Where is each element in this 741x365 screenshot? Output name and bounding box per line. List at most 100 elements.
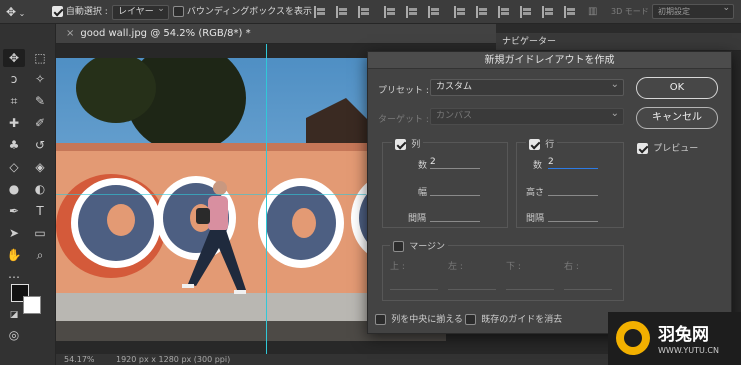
- distribute-top-icon[interactable]: [454, 6, 466, 18]
- align-hcenter-icon[interactable]: [406, 6, 418, 18]
- align-vcenter-icon[interactable]: [336, 6, 348, 18]
- preview-checkbox[interactable]: [637, 142, 648, 154]
- rows-height-label: 高さ: [526, 188, 545, 198]
- navigator-tab[interactable]: ナビゲーター: [496, 33, 562, 51]
- distribute-hcenter-icon[interactable]: [542, 6, 554, 18]
- cancel-button[interactable]: キャンセル: [636, 107, 718, 129]
- margin-top-label: 上 :: [390, 262, 405, 272]
- align-right-icon[interactable]: [428, 6, 440, 18]
- align-left-icon[interactable]: [384, 6, 396, 18]
- rows-count-label: 数: [533, 161, 543, 171]
- eraser-tool-icon[interactable]: ◇: [3, 158, 25, 176]
- 3d-mode-label: 3D モード :: [611, 7, 655, 16]
- auto-select-option[interactable]: 自動選択 :: [52, 4, 108, 20]
- margin-left-field[interactable]: [448, 277, 496, 290]
- rectangle-tool-icon[interactable]: ▭: [29, 224, 51, 242]
- dialog-title: 新規ガイドレイアウトを作成: [368, 52, 731, 69]
- document-tab-bar: × good wall.jpg @ 54.2% (RGB/8*) *: [56, 24, 496, 44]
- clear-guides-option[interactable]: 既存のガイドを消去: [465, 312, 562, 325]
- distribute-bottom-icon[interactable]: [498, 6, 510, 18]
- auto-select-checkbox[interactable]: [52, 6, 63, 17]
- navigator-panel-header: ナビゲーター: [496, 33, 741, 51]
- margin-top-field[interactable]: [390, 277, 438, 290]
- align-top-icon[interactable]: [314, 6, 326, 18]
- close-icon[interactable]: ×: [66, 28, 74, 39]
- center-columns-option[interactable]: 列を中央に揃える: [375, 312, 463, 325]
- clone-stamp-icon[interactable]: ♣: [3, 136, 25, 154]
- watermark: 羽兔网 WWW.YUTU.CN: [608, 312, 741, 365]
- rows-count-field[interactable]: 2: [548, 156, 598, 169]
- move-tool-icon[interactable]: ✥ ⌄: [6, 4, 25, 20]
- columns-width-field[interactable]: [430, 183, 480, 196]
- rows-gutter-label: 間隔: [526, 214, 545, 224]
- hand-tool-icon[interactable]: ✋: [3, 246, 25, 264]
- watermark-brand: 羽兔网: [658, 325, 709, 345]
- columns-checkbox[interactable]: [395, 138, 406, 150]
- background-color-swatch[interactable]: [23, 296, 41, 314]
- blur-tool-icon[interactable]: ●: [3, 180, 25, 198]
- preset-label: プリセット :: [378, 86, 429, 96]
- new-guide-layout-dialog: 新規ガイドレイアウトを作成 プリセット : カスタム ターゲット : カンバス …: [367, 51, 732, 334]
- lasso-tool-icon[interactable]: ↄ: [3, 70, 25, 88]
- history-brush-icon[interactable]: ↺: [29, 136, 51, 154]
- rows-gutter-field[interactable]: [548, 209, 598, 222]
- distribute-vcenter-icon[interactable]: [476, 6, 488, 18]
- rows-height-field[interactable]: [548, 183, 598, 196]
- horizontal-guide[interactable]: [56, 194, 366, 195]
- rows-checkbox[interactable]: [529, 138, 540, 150]
- margin-left-label: 左 :: [448, 262, 463, 272]
- margin-group: [382, 245, 624, 301]
- path-selection-icon[interactable]: ➤: [3, 224, 25, 242]
- document-size-info: 1920 px x 1280 px (300 ppi): [116, 355, 231, 364]
- eyedropper-icon[interactable]: ✎: [29, 92, 51, 110]
- default-colors-icon[interactable]: ◪: [3, 306, 25, 324]
- target-dropdown[interactable]: カンバス: [430, 106, 624, 125]
- align-bottom-icon[interactable]: [358, 6, 370, 18]
- brush-tool-icon[interactable]: ✐: [29, 114, 51, 132]
- margin-bottom-label: 下 :: [506, 262, 521, 272]
- paint-bucket-icon[interactable]: ◈: [29, 158, 51, 176]
- pen-tool-icon[interactable]: ✒: [3, 202, 25, 220]
- healing-brush-icon[interactable]: ✚: [3, 114, 25, 132]
- columns-toggle[interactable]: 列: [392, 137, 424, 150]
- type-tool-icon[interactable]: T: [29, 202, 51, 220]
- move-tool-icon[interactable]: ✥: [3, 49, 25, 67]
- margin-right-label: 右 :: [564, 262, 579, 272]
- margin-bottom-field[interactable]: [506, 277, 554, 290]
- magic-wand-icon[interactable]: ✧: [29, 70, 51, 88]
- preset-dropdown[interactable]: カスタム: [430, 77, 624, 96]
- distribute-left-icon[interactable]: [520, 6, 532, 18]
- auto-align-icon[interactable]: ▥: [588, 4, 597, 20]
- crop-tool-icon[interactable]: ⌗: [3, 92, 25, 110]
- bounding-box-option[interactable]: バウンディングボックスを表示: [173, 4, 312, 20]
- rows-toggle[interactable]: 行: [526, 137, 558, 150]
- options-bar: ✥ ⌄ 自動選択 : レイヤー バウンディングボックスを表示 ▥ 3D モード …: [0, 0, 741, 24]
- vertical-guide[interactable]: [266, 44, 267, 354]
- columns-count-label: 数: [418, 161, 428, 171]
- target-label: ターゲット :: [378, 115, 429, 125]
- distribute-right-icon[interactable]: [564, 6, 576, 18]
- margin-checkbox[interactable]: [393, 240, 404, 252]
- columns-gutter-field[interactable]: [430, 209, 480, 222]
- columns-width-label: 幅: [418, 188, 428, 198]
- auto-select-dropdown[interactable]: レイヤー: [112, 3, 169, 20]
- margin-right-field[interactable]: [564, 277, 612, 290]
- clear-guides-checkbox[interactable]: [465, 313, 476, 325]
- zoom-tool-icon[interactable]: ⌕: [29, 246, 51, 264]
- columns-count-field[interactable]: 2: [430, 156, 480, 169]
- watermark-url: WWW.YUTU.CN: [658, 346, 719, 355]
- quick-mask-icon[interactable]: ◎: [3, 326, 25, 344]
- tools-panel: ✥ ⬚ ↄ ✧ ⌗ ✎ ✚ ✐ ♣ ↺ ◇ ◈ ● ◐ ✒ T ➤ ▭ ✋ ⌕ …: [0, 24, 56, 365]
- dodge-tool-icon[interactable]: ◐: [29, 180, 51, 198]
- marquee-tool-icon[interactable]: ⬚: [29, 49, 51, 67]
- zoom-readout[interactable]: 54.17%: [64, 354, 95, 365]
- preview-option[interactable]: プレビュー: [637, 141, 698, 154]
- columns-gutter-label: 間隔: [408, 214, 427, 224]
- bounding-box-checkbox[interactable]: [173, 6, 184, 17]
- center-columns-checkbox[interactable]: [375, 313, 386, 325]
- ok-button[interactable]: OK: [636, 77, 718, 99]
- watermark-logo-inner: [624, 329, 642, 347]
- margin-toggle[interactable]: マージン: [390, 239, 449, 252]
- workspace-dropdown[interactable]: 初期設定: [652, 2, 734, 20]
- document-tab[interactable]: × good wall.jpg @ 54.2% (RGB/8*) *: [60, 24, 257, 44]
